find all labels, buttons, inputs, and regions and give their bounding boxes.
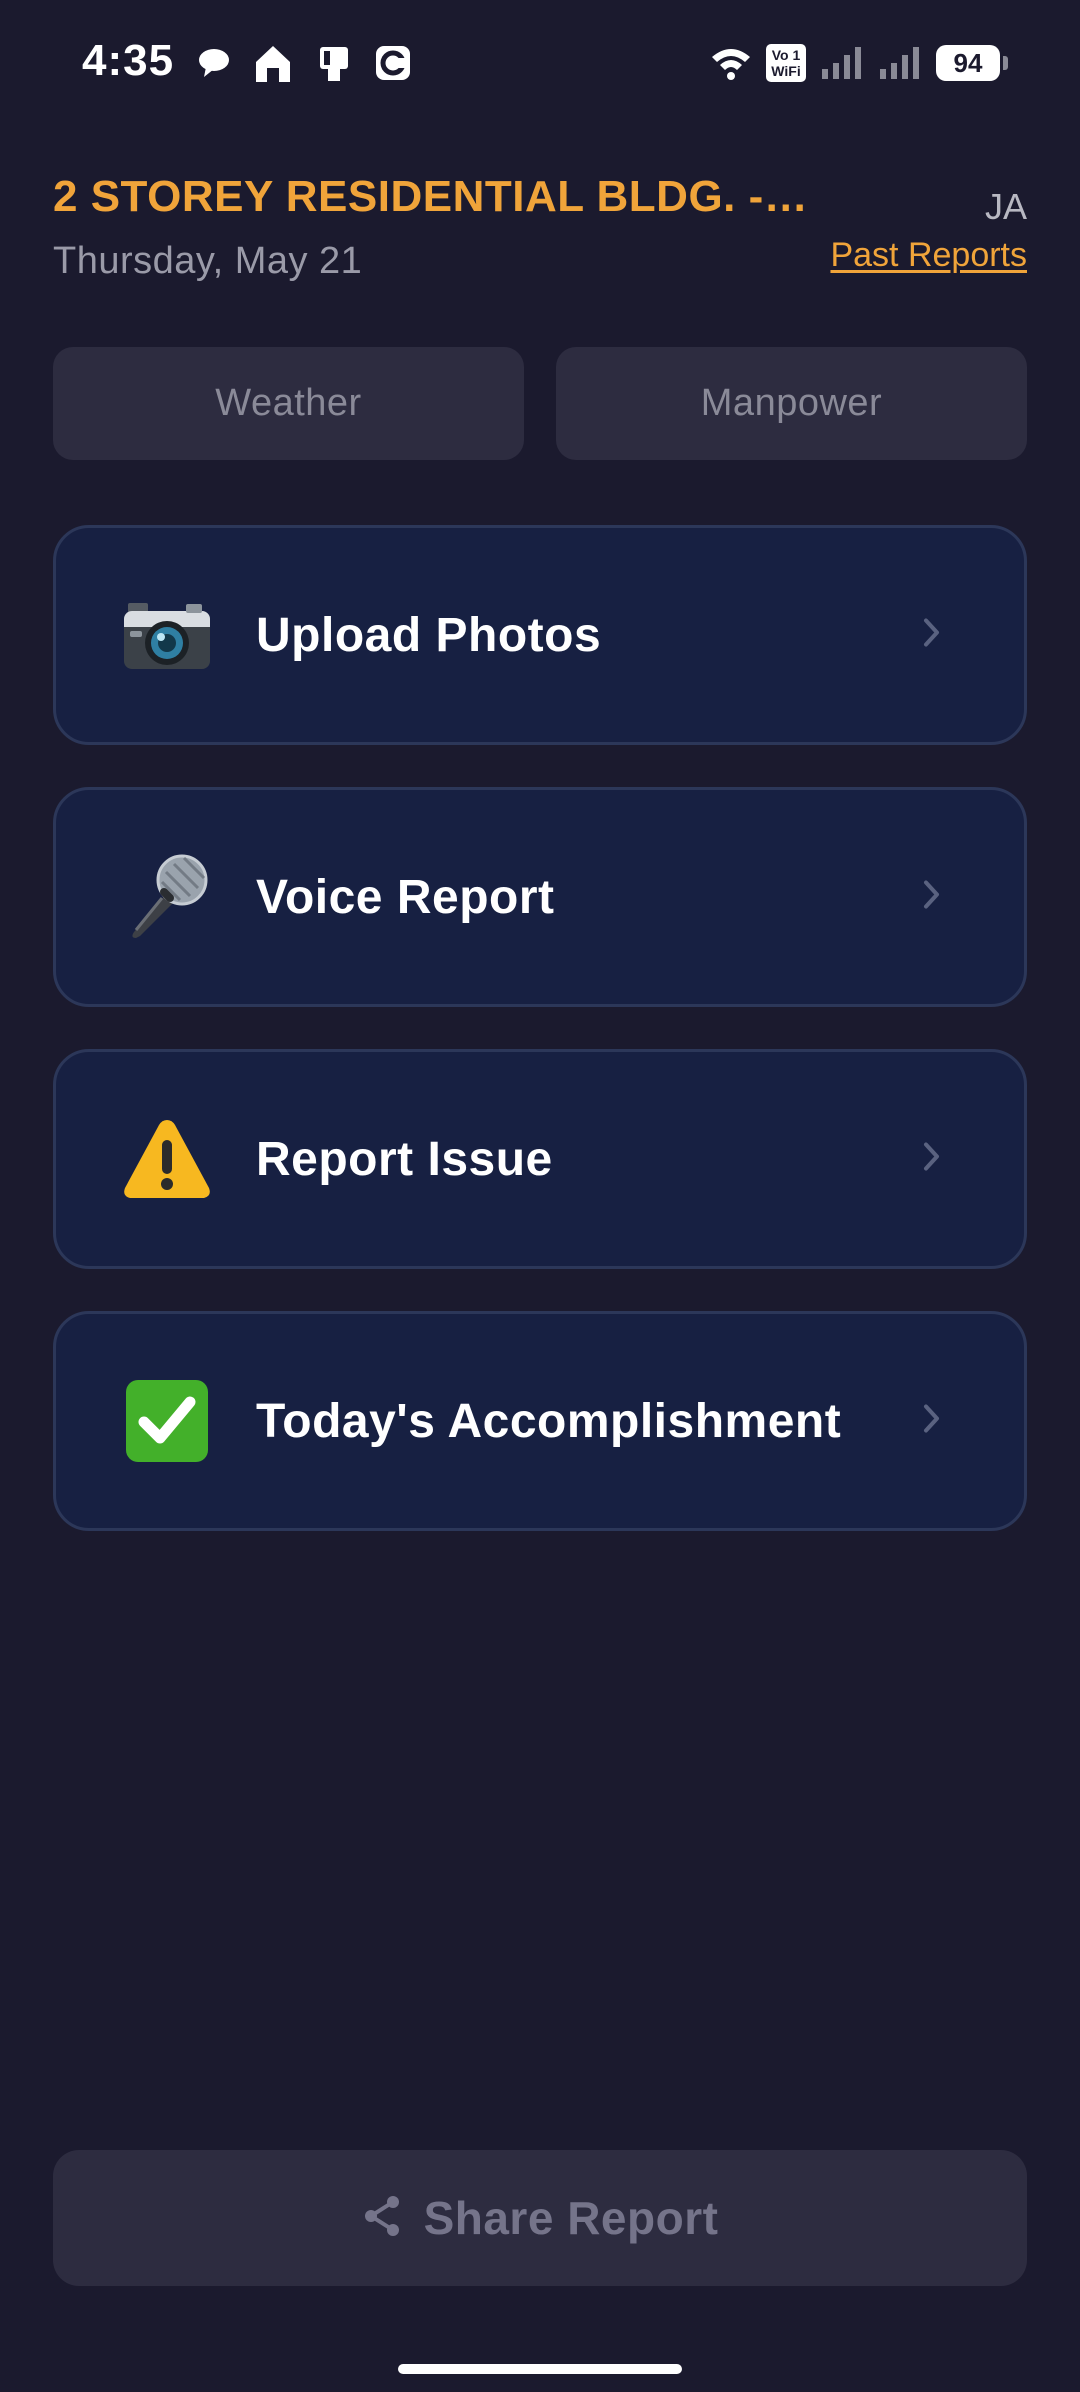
battery-level: 94 bbox=[936, 45, 1000, 81]
card-label: Upload Photos bbox=[256, 608, 602, 662]
weather-button[interactable]: Weather bbox=[53, 347, 524, 460]
report-issue-card[interactable]: Report Issue bbox=[53, 1049, 1027, 1269]
share-report-button[interactable]: Share Report bbox=[53, 2150, 1027, 2286]
toggle-row: Weather Manpower bbox=[53, 347, 1027, 460]
wifi-icon bbox=[710, 45, 752, 81]
card-label: Report Issue bbox=[256, 1132, 553, 1186]
share-icon bbox=[362, 2194, 402, 2243]
card-label: Today's Accomplishment bbox=[256, 1394, 842, 1448]
chevron-right-icon bbox=[922, 1141, 942, 1178]
chat-bubble-icon bbox=[196, 45, 232, 81]
warning-icon bbox=[122, 1114, 212, 1204]
signal-icon bbox=[820, 45, 864, 81]
status-time: 4:35 bbox=[82, 36, 175, 85]
home-indicator[interactable] bbox=[398, 2364, 682, 2374]
status-right-icons: Vo 1 WiFi 94 bbox=[710, 40, 1008, 86]
upload-photos-card[interactable]: Upload Photos bbox=[53, 525, 1027, 745]
chevron-right-icon bbox=[922, 879, 942, 916]
manpower-button[interactable]: Manpower bbox=[556, 347, 1027, 460]
action-list: Upload Photos Voice Report Report Issue … bbox=[53, 525, 1027, 1573]
battery-tip bbox=[1003, 56, 1008, 70]
chevron-right-icon bbox=[922, 617, 942, 654]
project-title: 2 STOREY RESIDENTIAL BLDG. -… bbox=[53, 172, 809, 221]
battery-indicator: 94 bbox=[936, 45, 1008, 81]
report-date: Thursday, May 21 bbox=[53, 240, 363, 282]
card-label: Voice Report bbox=[256, 870, 555, 924]
voice-report-card[interactable]: Voice Report bbox=[53, 787, 1027, 1007]
chevron-right-icon bbox=[922, 1403, 942, 1440]
signal-icon bbox=[878, 45, 922, 81]
todays-accomplishment-card[interactable]: Today's Accomplishment bbox=[53, 1311, 1027, 1531]
past-reports-link[interactable]: Past Reports bbox=[830, 236, 1027, 275]
status-bar: 4:35 Vo 1 WiFi 94 bbox=[0, 0, 1080, 128]
vowifi-icon: Vo 1 WiFi bbox=[766, 44, 806, 82]
microphone-icon bbox=[122, 852, 212, 942]
app-c-icon bbox=[374, 44, 412, 82]
checkmark-icon bbox=[122, 1376, 212, 1466]
user-initials[interactable]: JA bbox=[985, 186, 1027, 228]
home-icon bbox=[252, 42, 294, 84]
camera-icon bbox=[122, 590, 212, 680]
sim-card-icon bbox=[314, 43, 354, 83]
share-report-label: Share Report bbox=[423, 2192, 719, 2244]
status-left-icons bbox=[196, 40, 412, 86]
